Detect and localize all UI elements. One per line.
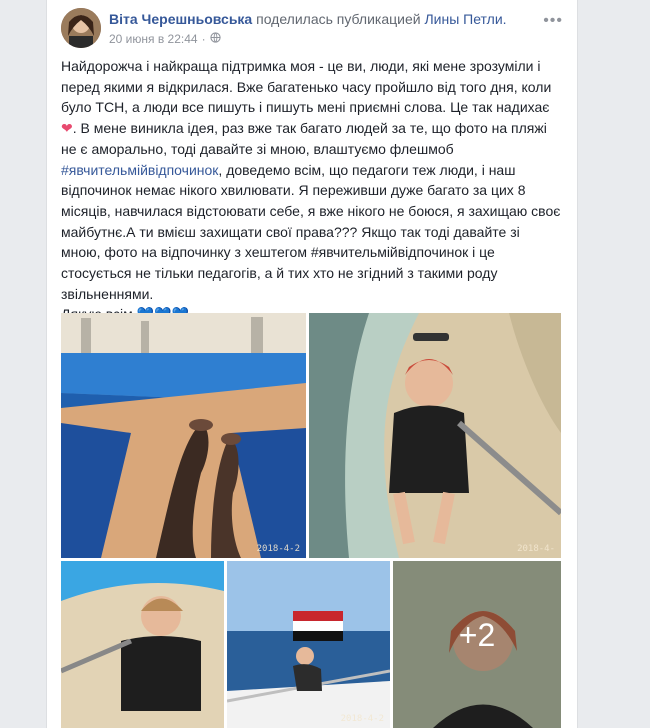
photo-date-stamp: 2018-4- [517, 544, 555, 554]
photo-boat[interactable]: 2018-4-2 [227, 561, 390, 728]
photo-date-stamp: 2018-4-2 [256, 544, 300, 554]
text-part-2: . В мене виникла ідея, раз вже так багат… [61, 120, 547, 157]
hashtag-link[interactable]: #явчительмійвідпочинок [61, 162, 218, 178]
post-header: Віта Черешньовська поделилась публикацие… [61, 8, 563, 52]
text-part-1: Найдорожча і найкраща підтримка моя - це… [61, 58, 552, 116]
photo-grid: 2018-4-2 2018-4- 2018-4-2 +2 [61, 313, 561, 728]
globe-icon[interactable] [209, 32, 221, 46]
photo-date-stamp: 2018-4-2 [340, 714, 384, 724]
ellipsis-icon[interactable]: ••• [543, 12, 563, 30]
text-part-3: , доведемо всім, що педагоги теж люди, і… [61, 161, 561, 302]
photo-pool[interactable]: 2018-4-2 [61, 313, 306, 558]
heart-emoji: ❤ [61, 120, 73, 137]
shared-from-link[interactable]: Лины Петли. [424, 11, 506, 27]
author-avatar[interactable] [61, 8, 101, 48]
author-name[interactable]: Віта Черешньовська [109, 11, 252, 27]
shared-text: поделилась публикацией [256, 11, 421, 27]
photo-pool-selfie[interactable] [61, 561, 224, 728]
post-timestamp[interactable]: 20 июня в 22:44 [109, 32, 198, 46]
photo-beach-selfie[interactable]: 2018-4- [309, 313, 561, 558]
post-text: Найдорожча і найкраща підтримка моя - це… [61, 56, 561, 325]
photo-portrait-more[interactable]: +2 [393, 561, 561, 728]
feed-post: Віта Черешньовська поделилась публикацие… [46, 0, 578, 728]
more-photos-count[interactable]: +2 [393, 617, 561, 654]
